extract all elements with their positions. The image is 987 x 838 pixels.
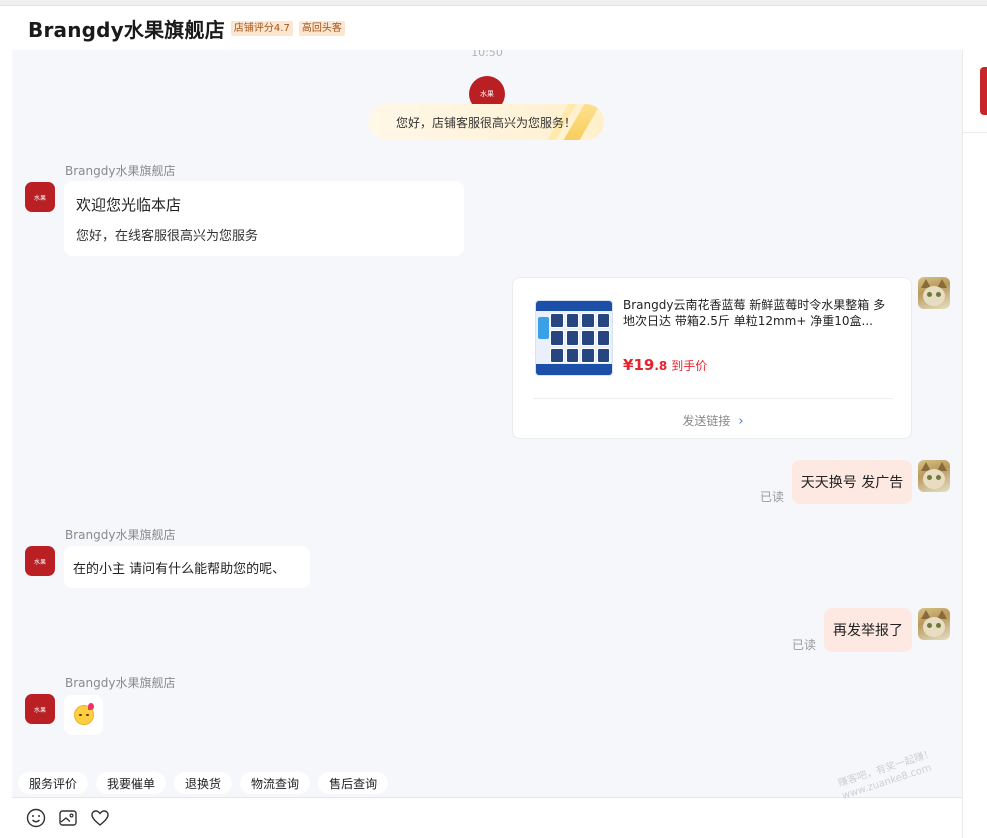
emoji-icon[interactable] bbox=[24, 806, 48, 830]
divider bbox=[963, 132, 987, 133]
user-avatar[interactable] bbox=[918, 460, 950, 492]
chat-header: Brangdy水果旗舰店 店铺评分4.7 高回头客 bbox=[12, 7, 987, 50]
shop-avatar[interactable]: 水果 bbox=[25, 546, 55, 576]
user-message: 天天换号 发广告 bbox=[792, 460, 912, 504]
side-tab[interactable] bbox=[980, 67, 987, 115]
user-message: 再发举报了 bbox=[824, 608, 912, 652]
chevron-right-icon: › bbox=[738, 414, 744, 429]
product-image[interactable] bbox=[535, 300, 613, 376]
send-link-button[interactable]: 发送链接 › bbox=[513, 412, 913, 429]
user-avatar[interactable] bbox=[918, 277, 950, 309]
quick-action-return-exchange[interactable]: 退换货 bbox=[174, 772, 233, 794]
window-top-border bbox=[0, 0, 987, 6]
shop-name[interactable]: Brangdy水果旗舰店 bbox=[28, 14, 225, 43]
product-card[interactable]: Brangdy云南花香蓝莓 新鲜蓝莓时令水果整箱 多地次日达 带箱2.5斤 单粒… bbox=[512, 277, 912, 439]
price-cents: .8 bbox=[654, 359, 668, 373]
product-title[interactable]: Brangdy云南花香蓝莓 新鲜蓝莓时令水果整箱 多地次日达 带箱2.5斤 单粒… bbox=[623, 297, 893, 329]
shop-reply: 在的小主 请问有什么能帮助您的呢、 bbox=[64, 546, 310, 588]
price-main: 19 bbox=[633, 356, 655, 374]
welcome-subtitle: 您好，在线客服很高兴为您服务 bbox=[76, 229, 259, 244]
emoji-message bbox=[64, 695, 103, 735]
blueberry-boxes bbox=[550, 313, 610, 363]
sender-name: Brangdy水果旗舰店 bbox=[65, 164, 176, 178]
product-image-tag bbox=[538, 317, 549, 339]
shop-rating-badge: 店铺评分4.7 bbox=[230, 21, 293, 36]
price-symbol: ¥ bbox=[623, 356, 634, 374]
sweating-emoji-icon bbox=[73, 703, 94, 725]
sender-name: Brangdy水果旗舰店 bbox=[65, 528, 176, 542]
system-greeting: 您好，店铺客服很高兴为您服务！ bbox=[368, 104, 604, 140]
card-divider bbox=[533, 398, 893, 399]
send-link-label: 发送链接 bbox=[682, 414, 731, 428]
welcome-title: 欢迎您光临本店 bbox=[76, 196, 182, 214]
read-status: 已读 bbox=[760, 490, 785, 504]
welcome-message: 欢迎您光临本店 您好，在线客服很高兴为您服务 bbox=[64, 181, 464, 256]
input-toolbar bbox=[12, 797, 962, 838]
system-greeting-text: 您好，店铺客服很高兴为您服务！ bbox=[395, 115, 576, 130]
quick-action-logistics[interactable]: 物流查询 bbox=[240, 772, 311, 794]
message-time: 10:50 bbox=[471, 50, 503, 59]
heart-icon[interactable] bbox=[88, 806, 112, 830]
quick-action-urge-order[interactable]: 我要催单 bbox=[96, 772, 167, 794]
sender-name: Brangdy水果旗舰店 bbox=[65, 676, 176, 690]
product-price: ¥19.8 到手价 bbox=[623, 356, 707, 374]
chat-area[interactable]: 10:50 水果 您好，店铺客服很高兴为您服务！ Brangdy水果旗舰店 水果… bbox=[12, 50, 962, 797]
right-side-panel bbox=[962, 50, 987, 838]
price-label: 到手价 bbox=[671, 359, 708, 373]
user-avatar[interactable] bbox=[918, 608, 950, 640]
repeat-customer-badge: 高回头客 bbox=[298, 21, 345, 36]
quick-actions: 服务评价 我要催单 退换货 物流查询 售后查询 bbox=[12, 772, 962, 796]
product-image-band bbox=[536, 301, 612, 311]
shop-avatar[interactable]: 水果 bbox=[25, 182, 55, 212]
shop-avatar[interactable]: 水果 bbox=[25, 694, 55, 724]
quick-action-service-rating[interactable]: 服务评价 bbox=[18, 772, 89, 794]
image-icon[interactable] bbox=[56, 806, 80, 830]
quick-action-after-sales[interactable]: 售后查询 bbox=[318, 772, 389, 794]
read-status: 已读 bbox=[792, 638, 817, 652]
product-image-band bbox=[536, 364, 612, 375]
